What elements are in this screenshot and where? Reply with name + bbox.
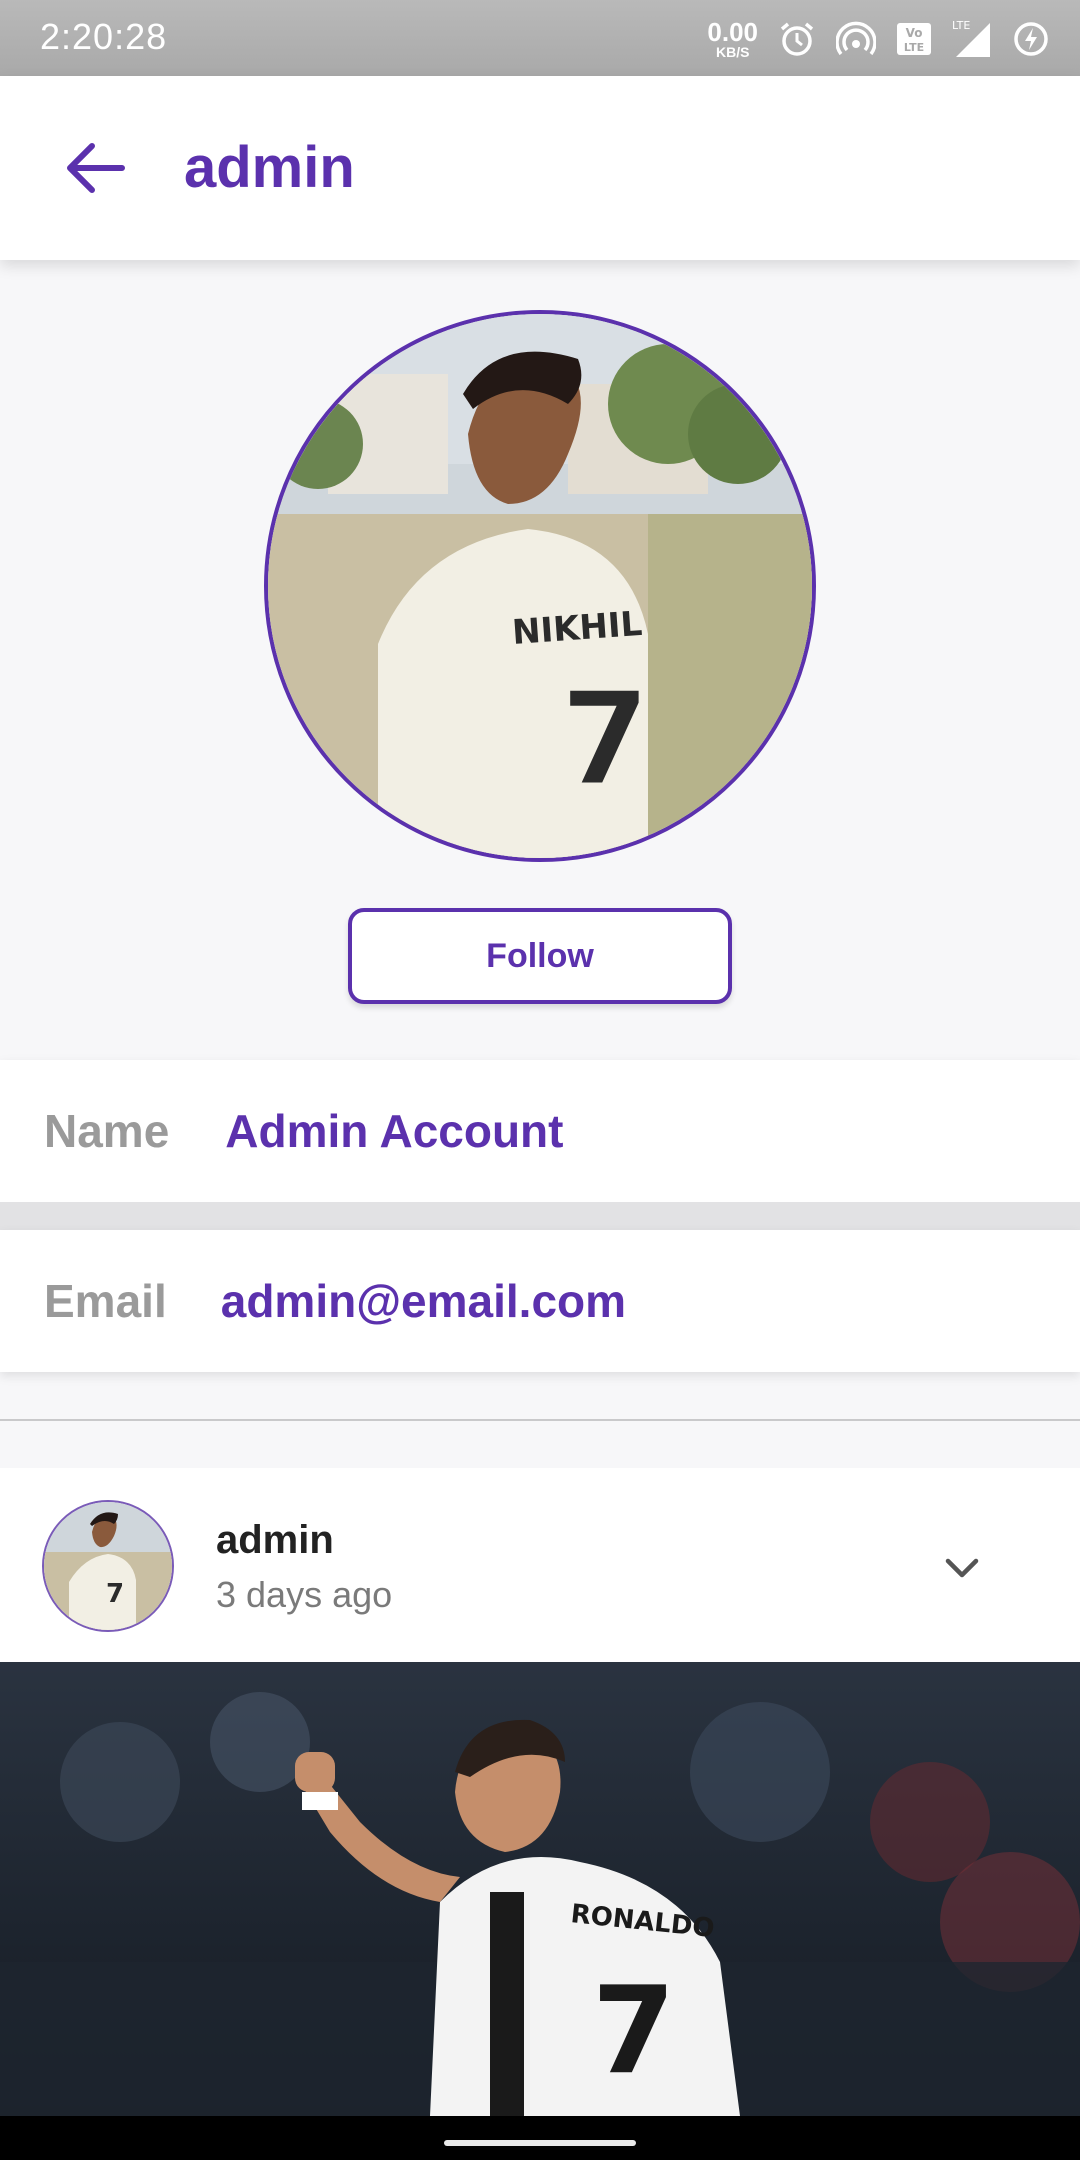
- profile-avatar[interactable]: NIKHIL 7: [264, 310, 816, 862]
- svg-text:Vo: Vo: [906, 26, 923, 40]
- hotspot-icon: [836, 20, 876, 58]
- svg-text:LTE: LTE: [904, 41, 924, 54]
- home-gesture-handle[interactable]: [444, 2140, 636, 2146]
- email-row: Email admin@email.com: [0, 1230, 1080, 1372]
- status-bar: 2:20:28 0.00 KB/S Vo LTE LTE: [0, 0, 1080, 76]
- profile-section: NIKHIL 7 Follow: [0, 260, 1080, 1060]
- chevron-down-icon: [945, 1558, 979, 1578]
- app-bar: admin: [0, 76, 1080, 260]
- volte-icon: Vo LTE: [896, 20, 932, 58]
- follow-button[interactable]: Follow: [348, 908, 732, 1004]
- status-icons: 0.00 KB/S Vo LTE LTE: [707, 14, 1050, 64]
- svg-text:7: 7: [560, 663, 650, 815]
- back-button[interactable]: [52, 126, 136, 210]
- post-author[interactable]: admin: [216, 1518, 334, 1563]
- system-nav-bar: [0, 2116, 1080, 2160]
- name-label: Name: [44, 1105, 170, 1157]
- arrow-left-icon: [67, 143, 125, 193]
- post-author-avatar[interactable]: 7: [42, 1500, 174, 1632]
- email-label: Email: [44, 1275, 167, 1327]
- page-title: admin: [184, 135, 355, 200]
- post-time: 3 days ago: [216, 1574, 393, 1615]
- post-menu-button[interactable]: [942, 1538, 982, 1598]
- svg-text:LTE: LTE: [952, 19, 970, 32]
- battery-saver-icon: [1012, 20, 1050, 58]
- post-image[interactable]: RONALDO 7: [0, 1662, 1080, 2116]
- signal-icon: LTE: [952, 19, 992, 59]
- net-speed-value: 0.00: [707, 17, 758, 47]
- name-value: Admin Account: [225, 1105, 564, 1157]
- svg-text:7: 7: [592, 1962, 676, 2101]
- net-speed: 0.00 KB/S: [707, 19, 758, 59]
- net-speed-unit: KB/S: [715, 44, 750, 60]
- email-value: admin@email.com: [220, 1275, 627, 1327]
- status-time: 2:20:28: [40, 16, 168, 57]
- row-separator: [0, 1202, 1080, 1230]
- alarm-icon: [778, 20, 816, 58]
- post-header: 7 admin 3 days ago: [0, 1468, 1080, 1662]
- divider: [0, 1419, 1080, 1421]
- name-row: Name Admin Account: [0, 1060, 1080, 1202]
- svg-text:7: 7: [106, 1579, 124, 1609]
